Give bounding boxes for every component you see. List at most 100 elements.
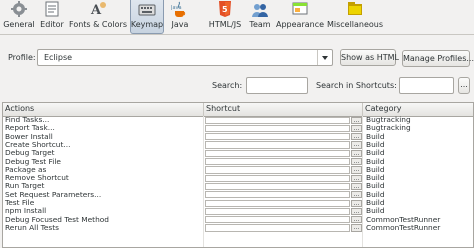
shortcut-browse-button[interactable]: ... — [351, 133, 362, 141]
category-cell: Build — [366, 199, 385, 207]
action-cell: Report Task... — [5, 124, 55, 133]
search-shortcuts-label: Search in Shortcuts: — [316, 81, 397, 90]
shortcut-field[interactable] — [205, 199, 350, 207]
toolbar-label: General — [3, 20, 35, 29]
shortcut-browse-button[interactable]: ... — [351, 158, 362, 166]
keymap-table: Actions Shortcut Category Find Tasks....… — [2, 102, 474, 248]
table-row[interactable]: Debug Focused Test Method... CommonTestRu… — [3, 215, 473, 224]
shortcut-browse-button[interactable]: ... — [351, 182, 362, 191]
shortcut-browse-button[interactable]: ... — [351, 166, 362, 174]
action-cell: npm Install — [5, 207, 47, 216]
table-row[interactable]: Find Tasks...... Bugtracking — [3, 116, 473, 124]
table-row[interactable]: Test File... Build — [3, 199, 473, 207]
shortcut-search-input[interactable] — [399, 77, 454, 94]
category-cell: Build — [366, 207, 385, 216]
shortcut-field[interactable] — [205, 216, 350, 224]
fonts-colors-icon: A — [89, 0, 107, 18]
profile-label: Profile: — [8, 53, 36, 62]
options-category-toolbar: General Editor A Fonts & Colors Keymap J… — [0, 0, 474, 35]
shortcut-field[interactable] — [205, 207, 350, 216]
toolbar-label: Java — [171, 20, 189, 29]
html5-icon: 5 — [216, 0, 234, 18]
toolbar-label: Fonts & Colors — [69, 20, 127, 29]
column-header-category[interactable]: Category — [363, 103, 473, 116]
shortcut-browse-button[interactable]: ... — [351, 224, 362, 232]
column-header-shortcut[interactable]: Shortcut — [204, 103, 363, 116]
shortcut-field[interactable] — [205, 124, 350, 133]
action-cell: Test File — [5, 199, 35, 207]
table-header: Actions Shortcut Category — [3, 103, 473, 117]
profile-select[interactable]: Eclipse — [37, 49, 333, 66]
shortcut-field[interactable] — [205, 166, 350, 174]
toolbar-html-js[interactable]: 5 HTML/JS — [207, 0, 243, 33]
shortcut-browse-button[interactable]: ... — [351, 141, 362, 149]
table-row[interactable]: Rerun All Tests... CommonTestRunner — [3, 224, 473, 232]
toolbar-label: Team — [249, 20, 271, 29]
action-cell: Debug Test File — [5, 157, 61, 166]
shortcut-field[interactable] — [205, 191, 350, 199]
appearance-icon — [291, 0, 309, 18]
shortcut-field[interactable] — [205, 116, 350, 124]
shortcut-browse-button[interactable]: ... — [351, 207, 362, 216]
shortcut-field[interactable] — [205, 149, 350, 157]
category-cell: Build — [366, 190, 385, 199]
team-icon — [251, 0, 269, 18]
shortcut-field[interactable] — [205, 182, 350, 191]
shortcut-field[interactable] — [205, 133, 350, 141]
table-row[interactable]: Debug Target... Build — [3, 149, 473, 158]
toolbar-keymap[interactable]: Keymap — [130, 0, 164, 34]
shortcut-browse-button[interactable]: ... — [351, 124, 362, 133]
table-row[interactable]: Report Task...... Bugtracking — [3, 124, 473, 133]
table-row[interactable]: Package as... Build — [3, 165, 473, 174]
search-input[interactable] — [246, 77, 308, 94]
category-cell: Build — [366, 165, 385, 174]
toolbar-team[interactable]: Team — [248, 0, 272, 33]
toolbar-miscellaneous[interactable]: Miscellaneous — [327, 0, 383, 33]
category-cell: Bugtracking — [366, 116, 411, 124]
toolbar-label: Editor — [40, 20, 64, 29]
profile-row: Profile: Eclipse Show as HTML Manage Pro… — [0, 49, 474, 69]
shortcut-field[interactable] — [205, 174, 350, 182]
category-cell: Build — [366, 140, 385, 149]
shortcut-browse-button[interactable]: ... — [351, 199, 362, 207]
action-cell: Debug Target — [5, 149, 55, 158]
shortcut-search-browse-button[interactable]: ... — [458, 77, 470, 94]
action-cell: Run Target — [5, 182, 45, 191]
toolbar-general[interactable]: General — [2, 0, 36, 33]
column-header-actions[interactable]: Actions — [3, 103, 204, 116]
category-cell: Build — [366, 157, 385, 166]
table-row[interactable]: Set Request Parameters...... Build — [3, 190, 473, 199]
show-as-html-button[interactable]: Show as HTML — [340, 49, 399, 66]
shortcut-browse-button[interactable]: ... — [351, 116, 362, 124]
table-row[interactable]: npm Install... Build — [3, 207, 473, 216]
table-row[interactable]: Create Shortcut...... Build — [3, 140, 473, 149]
java-icon: Java — [170, 0, 189, 18]
shortcut-browse-button[interactable]: ... — [351, 191, 362, 199]
toolbar-appearance[interactable]: Appearance — [276, 0, 324, 33]
shortcut-browse-button[interactable]: ... — [351, 149, 362, 157]
search-row: Search: Search in Shortcuts: ... — [0, 76, 474, 96]
miscellaneous-icon — [346, 0, 364, 18]
shortcut-browse-button[interactable]: ... — [351, 174, 362, 182]
category-cell: Build — [366, 149, 385, 158]
chevron-down-icon[interactable] — [317, 50, 332, 65]
manage-profiles-button[interactable]: Manage Profiles... — [402, 50, 474, 67]
action-cell: Set Request Parameters... — [5, 190, 102, 199]
shortcut-field[interactable] — [205, 141, 350, 149]
svg-text:Java: Java — [171, 5, 182, 11]
toolbar-fonts-colors[interactable]: A Fonts & Colors — [69, 0, 127, 33]
shortcut-browse-button[interactable]: ... — [351, 216, 362, 224]
profile-value: Eclipse — [44, 53, 73, 62]
shortcut-field[interactable] — [205, 224, 350, 232]
category-cell: Build — [366, 174, 385, 183]
table-row[interactable]: Remove Shortcut... Build — [3, 174, 473, 183]
toolbar-java[interactable]: Java Java — [168, 0, 192, 33]
toolbar-editor[interactable]: Editor — [38, 0, 66, 33]
editor-icon — [43, 0, 61, 18]
shortcut-field[interactable] — [205, 158, 350, 166]
category-cell: CommonTestRunner — [366, 215, 441, 224]
category-cell: Build — [366, 132, 385, 141]
table-row[interactable]: Run Target... Build — [3, 182, 473, 191]
table-row[interactable]: Bower Install... Build — [3, 132, 473, 141]
table-row[interactable]: Debug Test File... Build — [3, 157, 473, 166]
